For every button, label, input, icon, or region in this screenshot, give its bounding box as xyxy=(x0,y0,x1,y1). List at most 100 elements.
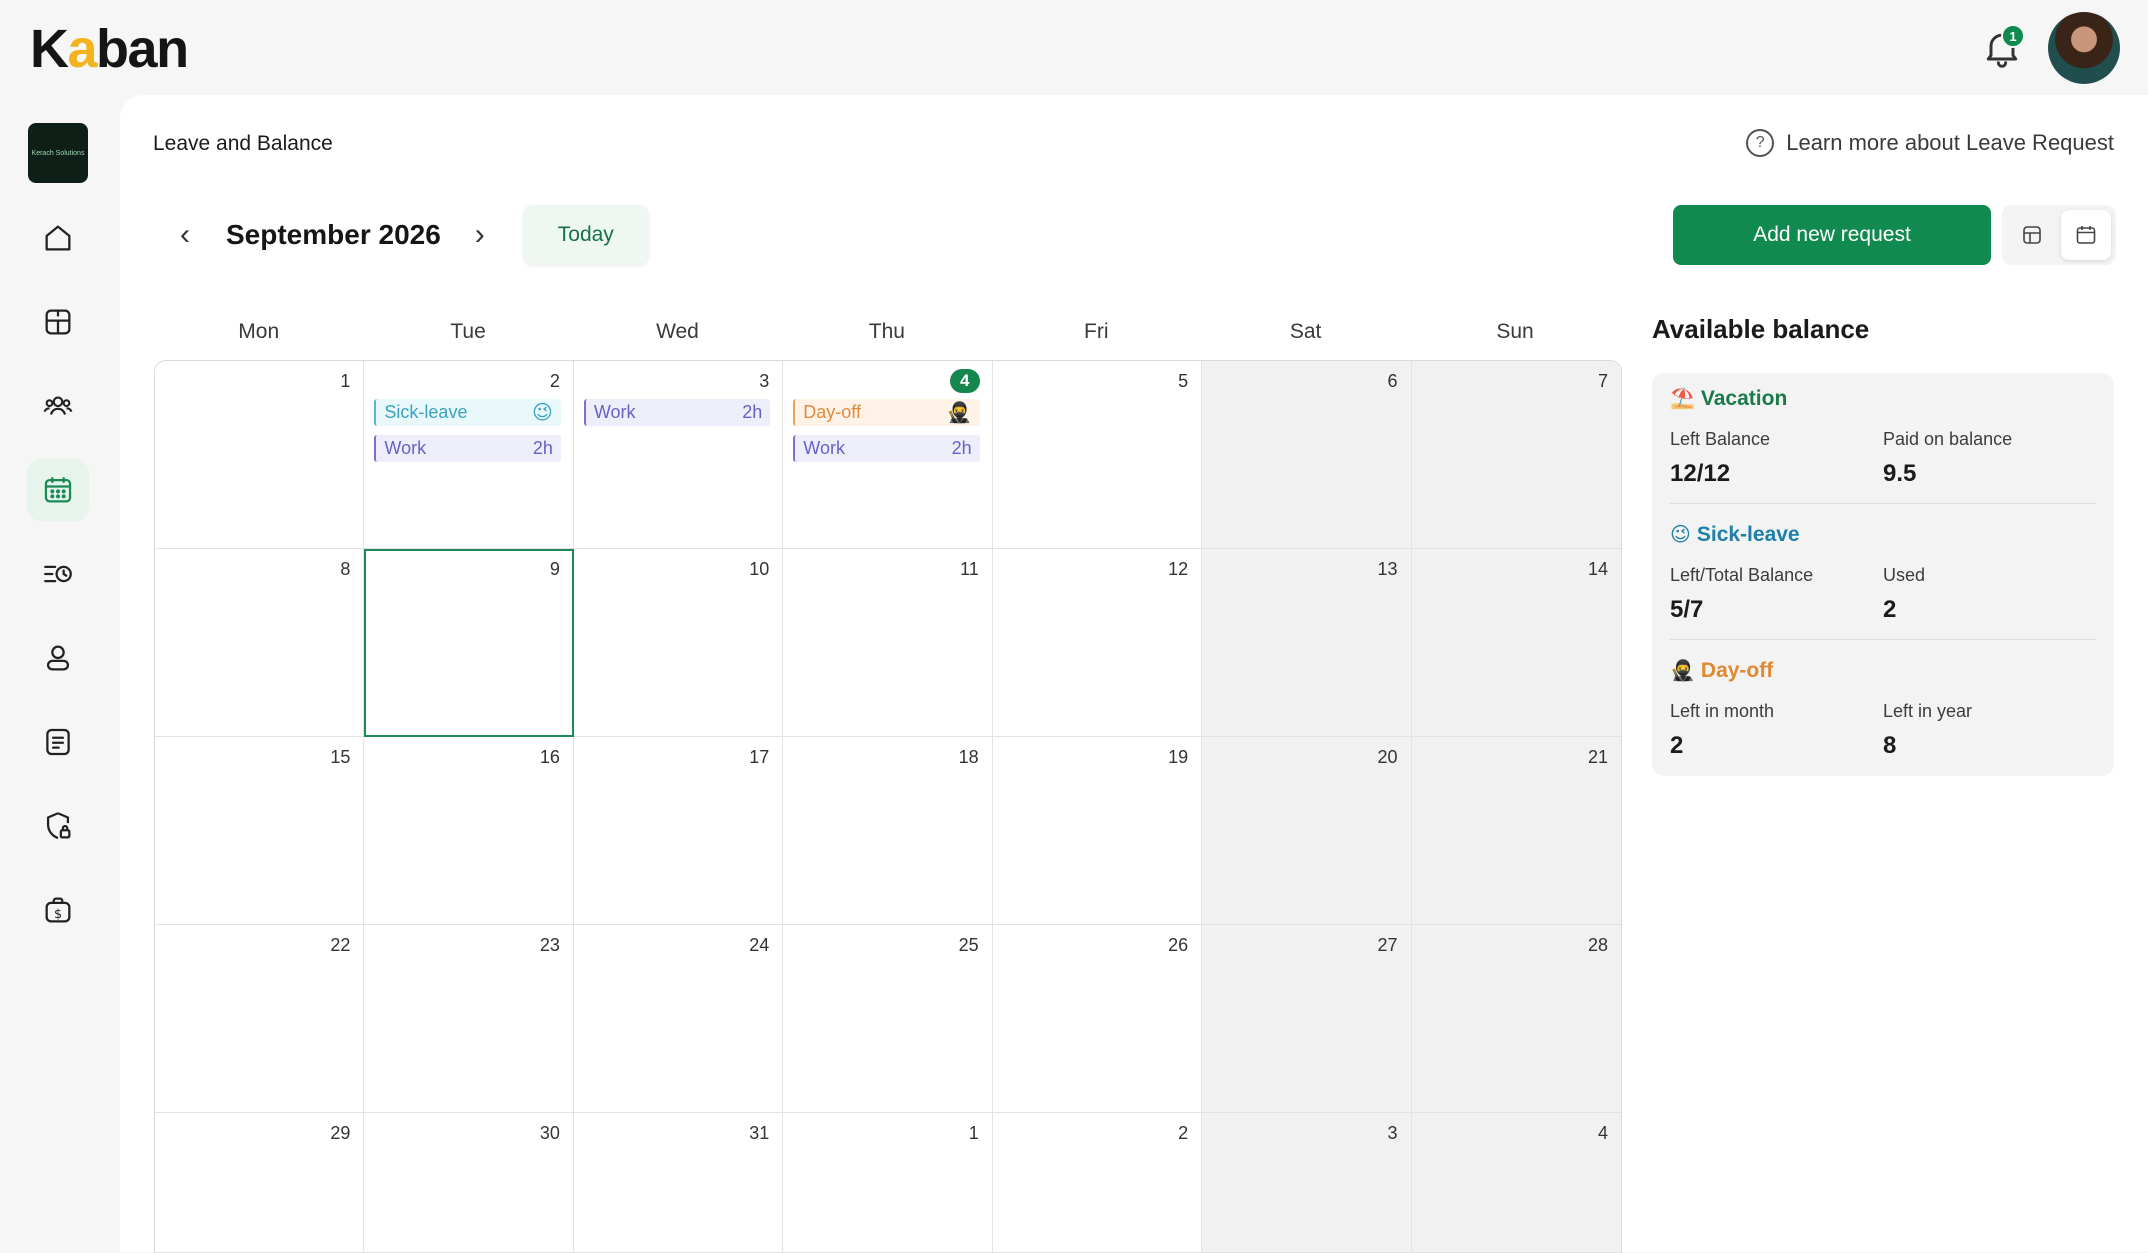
day-number: 20 xyxy=(1377,747,1398,767)
calendar-view-icon[interactable] xyxy=(2061,210,2111,260)
add-new-request-button[interactable]: Add new request xyxy=(1673,205,1991,265)
month-label: September 2026 xyxy=(226,219,441,250)
vacation-balance: ⛱️ Vacation Left Balance 12/12 Paid on bal… xyxy=(1670,387,2096,488)
day-cell[interactable]: 4 Day-off 🥷 Work 2h xyxy=(783,361,993,549)
payroll-icon[interactable]: $ xyxy=(27,879,89,941)
day-cell[interactable]: 2 Sick-leave 😉 Work 2h xyxy=(364,361,574,549)
day-cell[interactable]: 29 xyxy=(155,1113,365,1253)
sick-leave-event[interactable]: Sick-leave 😉 xyxy=(374,399,561,426)
organization-logo[interactable]: Kerach Solutions xyxy=(28,123,88,183)
day-cell[interactable]: 11 xyxy=(783,549,993,737)
day-cell[interactable]: 10 xyxy=(573,549,784,737)
ninja-emoji-icon: 🥷 xyxy=(1670,660,1695,682)
day-cell[interactable]: 1 xyxy=(155,361,365,549)
day-cell[interactable]: 30 xyxy=(364,1113,574,1253)
day-cell[interactable]: 26 xyxy=(992,925,1203,1113)
day-number: 25 xyxy=(958,935,979,955)
divider xyxy=(1670,639,2096,640)
sick-emoji-icon: 😉 xyxy=(1670,524,1691,546)
today-button[interactable]: Today xyxy=(522,205,649,265)
sick-left-total: 5/7 xyxy=(1670,596,1704,623)
beach-umbrella-icon: ⛱️ xyxy=(1670,388,1695,410)
main-panel: Leave and Balance ? Learn more about Lea… xyxy=(120,95,2148,1253)
weekend-day-cell[interactable]: 27 xyxy=(1202,925,1412,1113)
day-cell[interactable]: 12 xyxy=(992,549,1203,737)
day-number: 3 xyxy=(759,371,770,391)
home-icon[interactable] xyxy=(27,207,89,269)
work-event[interactable]: Work 2h xyxy=(374,435,561,462)
weekend-day-cell[interactable]: 3 xyxy=(1202,1113,1412,1253)
day-cell[interactable]: 3 Work 2h xyxy=(573,361,784,549)
time-log-icon[interactable] xyxy=(27,543,89,605)
weekend-day-cell[interactable]: 7 xyxy=(1411,361,1621,549)
dashboard-icon[interactable] xyxy=(27,291,89,353)
weekday-label: Thu xyxy=(868,320,905,343)
team-icon[interactable] xyxy=(27,375,89,437)
vacation-left-balance: 12/12 xyxy=(1670,460,1731,487)
day-cell[interactable]: 19 xyxy=(992,737,1203,925)
weekday-header: Mon Tue Wed Thu Fri Sat Sun xyxy=(154,320,1620,344)
chevron-left-icon[interactable]: ‹ xyxy=(170,218,200,251)
list-view-icon[interactable] xyxy=(2007,210,2057,260)
app-logo[interactable]: Kaban xyxy=(30,18,189,80)
day-number: 6 xyxy=(1387,371,1398,391)
day-off-event[interactable]: Day-off 🥷 xyxy=(793,399,980,426)
day-cell[interactable]: 18 xyxy=(783,737,993,925)
page-title: Leave and Balance xyxy=(153,132,333,155)
calendar-icon[interactable] xyxy=(27,459,89,521)
calendar-grid: 1 2 Sick-leave 😉 Work 2h 3 Work 2h 4 Day-of… xyxy=(154,360,1622,1253)
day-cell[interactable]: 24 xyxy=(573,925,784,1113)
weekend-day-cell[interactable]: 28 xyxy=(1411,925,1621,1113)
day-number: 21 xyxy=(1587,747,1608,767)
weekend-day-cell[interactable]: 20 xyxy=(1202,737,1412,925)
sick-leave-balance: 😉 Sick-leave Left/Total Balance 5/7 Used 2 xyxy=(1670,523,2096,624)
weekend-day-cell[interactable]: 13 xyxy=(1202,549,1412,737)
weekend-day-cell[interactable]: 14 xyxy=(1411,549,1621,737)
day-cell[interactable]: 17 xyxy=(573,737,784,925)
help-link[interactable]: ? Learn more about Leave Request xyxy=(1746,129,2114,157)
profile-icon[interactable] xyxy=(27,627,89,689)
user-avatar[interactable] xyxy=(2048,12,2120,84)
weekday-label: Mon xyxy=(238,320,280,343)
sick-emoji-icon: 😉 xyxy=(531,401,553,424)
day-number: 17 xyxy=(749,747,770,767)
day-number: 8 xyxy=(340,559,351,579)
dayoff-left-year: 8 xyxy=(1883,732,1897,759)
today-day-number: 4 xyxy=(949,369,980,393)
vacation-paid-balance: 9.5 xyxy=(1883,460,1917,487)
weekend-day-cell[interactable]: 6 xyxy=(1202,361,1412,549)
weekend-day-cell[interactable]: 21 xyxy=(1411,737,1621,925)
vacation-label: Vacation xyxy=(1700,387,1788,410)
next-month-day-cell[interactable]: 2 xyxy=(992,1113,1203,1253)
work-event[interactable]: Work 2h xyxy=(793,435,980,462)
day-number: 14 xyxy=(1587,559,1608,579)
help-link-text: Learn more about Leave Request xyxy=(1786,130,2114,155)
security-icon[interactable] xyxy=(27,795,89,857)
day-number: 3 xyxy=(1387,1123,1398,1143)
day-cell[interactable]: 5 xyxy=(992,361,1203,549)
day-cell[interactable]: 16 xyxy=(364,737,574,925)
day-cell[interactable]: 8 xyxy=(155,549,365,737)
day-cell[interactable]: 25 xyxy=(783,925,993,1113)
work-event[interactable]: Work 2h xyxy=(583,399,771,426)
day-cell[interactable]: 31 xyxy=(573,1113,784,1253)
day-number: 2 xyxy=(549,371,560,391)
chevron-right-icon[interactable]: › xyxy=(465,218,495,251)
day-number: 12 xyxy=(1168,559,1189,579)
day-number: 30 xyxy=(539,1123,560,1143)
day-number: 23 xyxy=(539,935,560,955)
selected-day-cell[interactable]: 9 xyxy=(364,549,574,737)
event-list: Day-off 🥷 Work 2h xyxy=(793,399,980,462)
svg-text:$: $ xyxy=(54,907,62,922)
day-cell[interactable]: 23 xyxy=(364,925,574,1113)
next-month-day-cell[interactable]: 1 xyxy=(783,1113,993,1253)
day-cell[interactable]: 22 xyxy=(155,925,365,1113)
day-number: 28 xyxy=(1587,935,1608,955)
day-cell[interactable]: 15 xyxy=(155,737,365,925)
event-list: Work 2h xyxy=(583,399,771,426)
weekend-day-cell[interactable]: 4 xyxy=(1411,1113,1621,1253)
document-icon[interactable] xyxy=(27,711,89,773)
day-number: 24 xyxy=(749,935,770,955)
balance-title: Available balance xyxy=(1652,314,1870,344)
day-off-balance: 🥷 Day-off Left in month 2 Left in year 8 xyxy=(1670,659,2096,760)
